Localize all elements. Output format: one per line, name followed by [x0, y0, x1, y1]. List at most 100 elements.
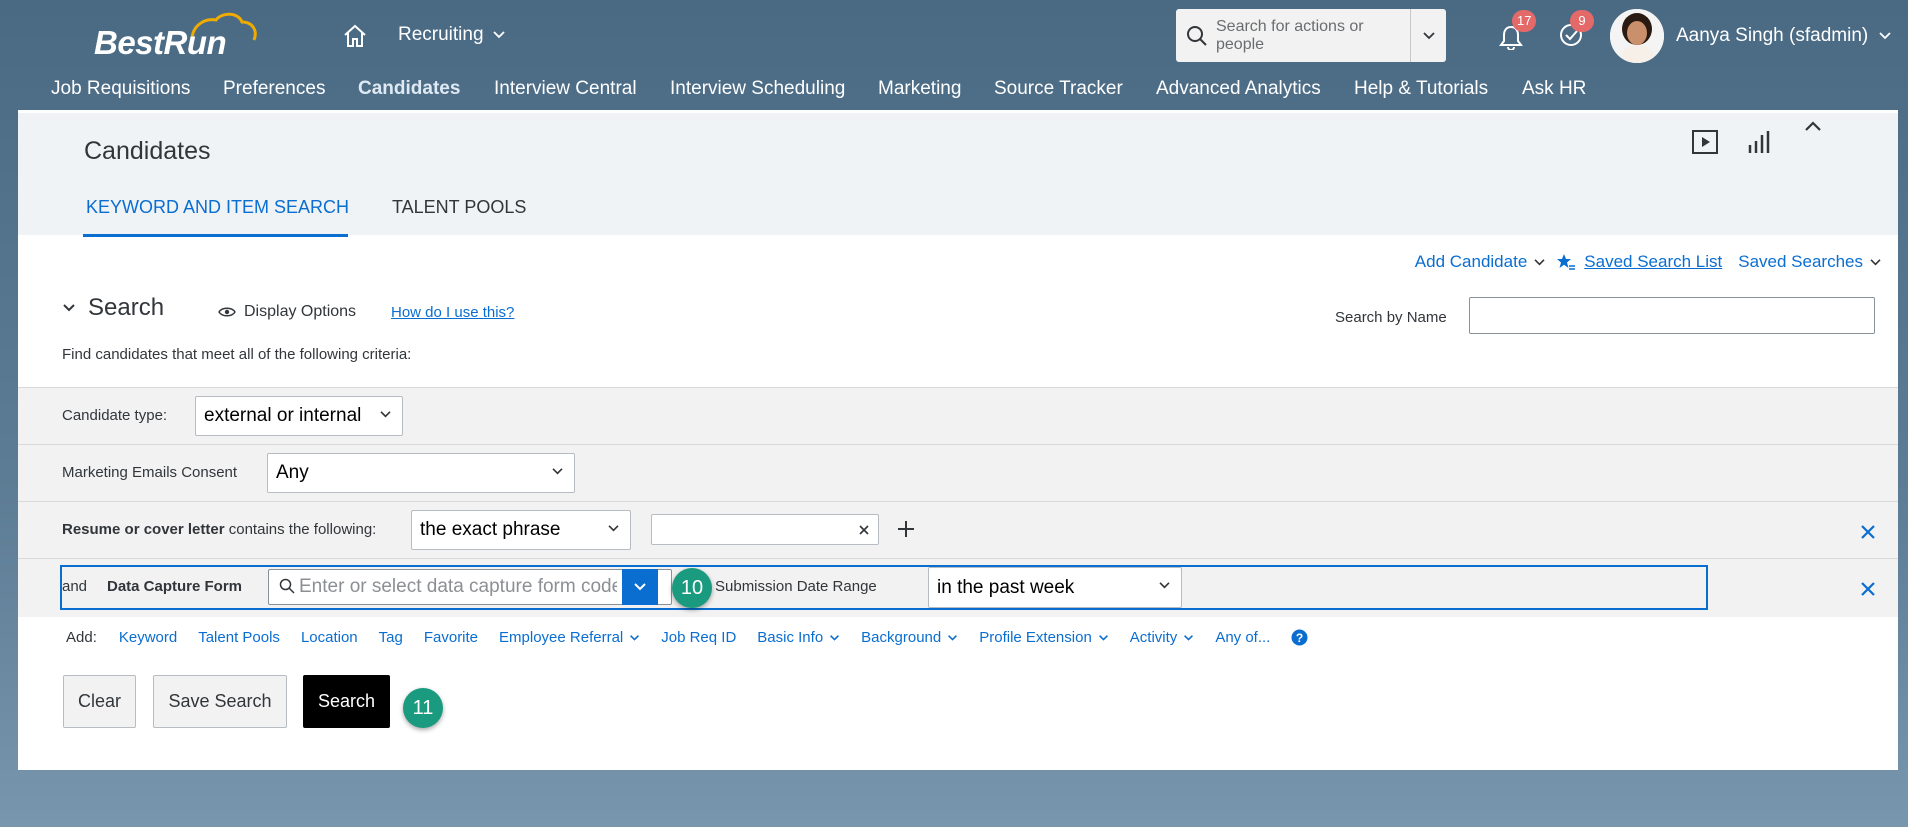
- marketing-consent-select[interactable]: Any: [267, 453, 575, 493]
- resume-keyword-input[interactable]: [651, 514, 879, 545]
- add-activity-menu[interactable]: Activity: [1130, 629, 1195, 646]
- bestrun-logo[interactable]: BestRun: [92, 12, 260, 64]
- remove-criteria-icon[interactable]: [1858, 522, 1878, 542]
- candidate-type-label: Candidate type:: [62, 407, 168, 424]
- data-capture-form-dropdown-button[interactable]: [622, 569, 658, 605]
- search-by-name-label: Search by Name: [1335, 309, 1447, 326]
- submission-date-label: Submission Date Range: [715, 578, 877, 595]
- clear-button[interactable]: Clear: [63, 675, 136, 728]
- add-profile-extension-menu[interactable]: Profile Extension: [979, 629, 1109, 646]
- eye-icon: [218, 307, 236, 317]
- add-employee-referral-menu[interactable]: Employee Referral: [499, 629, 640, 646]
- chevron-down-icon: [630, 634, 640, 641]
- data-capture-form-input[interactable]: Enter or select data capture form code: [299, 576, 617, 598]
- resume-label-rest: contains the following:: [224, 521, 377, 538]
- search-section-toggle[interactable]: Search: [62, 294, 164, 322]
- add-any-of-link[interactable]: Any of...: [1215, 629, 1270, 646]
- page-title: Candidates: [84, 137, 211, 165]
- add-background-menu[interactable]: Background: [861, 629, 958, 646]
- nav-interview-scheduling[interactable]: Interview Scheduling: [670, 78, 845, 100]
- add-tag-link[interactable]: Tag: [379, 629, 403, 646]
- collapse-icon[interactable]: [1798, 111, 1828, 141]
- avatar[interactable]: [1610, 9, 1664, 63]
- data-capture-form-group: and Data Capture Form Enter or select da…: [60, 565, 1708, 610]
- marketing-consent-label: Marketing Emails Consent: [62, 464, 238, 481]
- notification-badge: 17: [1512, 10, 1537, 32]
- help-icon[interactable]: ?: [1291, 629, 1308, 646]
- add-talent-pools-link[interactable]: Talent Pools: [198, 629, 280, 646]
- add-basic-info-menu[interactable]: Basic Info: [757, 629, 840, 646]
- remove-criteria-icon[interactable]: [1858, 579, 1878, 599]
- resume-match-value: the exact phrase: [420, 519, 561, 540]
- chevron-down-icon: [1184, 634, 1194, 641]
- search-dropdown-button[interactable]: [1410, 9, 1446, 62]
- chevron-down-icon: [1870, 258, 1881, 265]
- chevron-down-icon: [948, 634, 958, 641]
- nav-preferences[interactable]: Preferences: [223, 78, 325, 100]
- svg-text:?: ?: [1296, 631, 1303, 645]
- tab-talent-pools[interactable]: TALENT POOLS: [392, 197, 526, 218]
- how-to-link[interactable]: How do I use this?: [391, 304, 514, 321]
- search-icon: [279, 578, 295, 594]
- nav-marketing[interactable]: Marketing: [878, 78, 961, 100]
- module-switcher[interactable]: Recruiting: [398, 24, 506, 46]
- resume-match-select[interactable]: the exact phrase: [411, 510, 631, 550]
- search-button[interactable]: Search: [303, 675, 390, 728]
- criteria-row-candidate-type: Candidate type: external or internal: [18, 387, 1898, 444]
- display-options-button[interactable]: Display Options: [218, 303, 356, 321]
- nav-advanced-analytics[interactable]: Advanced Analytics: [1156, 78, 1321, 100]
- search-by-name-input[interactable]: [1469, 297, 1875, 334]
- saved-search-list-link[interactable]: Saved Search List: [1584, 252, 1722, 272]
- todo-badge: 9: [1570, 10, 1594, 32]
- candidate-type-value: external or internal: [204, 405, 362, 426]
- chevron-down-icon: [1098, 634, 1108, 641]
- criteria-row-resume: Resume or cover letter contains the foll…: [18, 501, 1898, 558]
- saved-searches-menu[interactable]: Saved Searches: [1738, 252, 1863, 272]
- nav-candidates[interactable]: Candidates: [358, 78, 460, 100]
- save-search-button[interactable]: Save Search: [153, 675, 287, 728]
- search-input[interactable]: Search for actions or people: [1216, 18, 1410, 54]
- play-icon[interactable]: [1690, 127, 1720, 157]
- add-job-req-id-link[interactable]: Job Req ID: [661, 629, 736, 646]
- search-section-title: Search: [88, 294, 165, 321]
- add-location-link[interactable]: Location: [301, 629, 358, 646]
- user-menu[interactable]: Aanya Singh (sfadmin): [1676, 25, 1892, 47]
- nav-interview-central[interactable]: Interview Central: [494, 78, 637, 100]
- resume-criteria-label: Resume or cover letter contains the foll…: [62, 521, 376, 538]
- criteria-description: Find candidates that meet all of the fol…: [62, 346, 412, 363]
- nav-source-tracker[interactable]: Source Tracker: [994, 78, 1123, 100]
- chevron-down-icon: [1879, 32, 1891, 40]
- add-criteria-bar: Add: Keyword Talent Pools Location Tag F…: [66, 629, 1308, 646]
- add-favorite-link[interactable]: Favorite: [424, 629, 478, 646]
- submission-date-select[interactable]: in the past week: [928, 567, 1182, 608]
- data-capture-form-label: Data Capture Form: [107, 578, 243, 595]
- chevron-down-icon: [492, 31, 505, 39]
- search-icon: [1187, 25, 1207, 46]
- nav-ask-hr[interactable]: Ask HR: [1522, 78, 1586, 100]
- criteria-row-marketing-consent: Marketing Emails Consent Any: [18, 444, 1898, 501]
- header-actions: [1690, 121, 1828, 157]
- nav-help-tutorials[interactable]: Help & Tutorials: [1354, 78, 1488, 100]
- display-options-label: Display Options: [244, 303, 357, 320]
- bar-chart-icon[interactable]: [1744, 127, 1774, 157]
- search-actions: Add Candidate Saved Search List Saved Se…: [1415, 252, 1882, 272]
- logo-text: BestRun: [94, 24, 227, 61]
- chevron-down-icon: [830, 634, 840, 641]
- marketing-consent-value: Any: [276, 462, 309, 483]
- data-capture-form-combobox[interactable]: Enter or select data capture form code: [268, 569, 672, 605]
- candidate-type-select[interactable]: external or internal: [195, 396, 403, 436]
- chevron-down-icon: [63, 304, 75, 312]
- nav-job-requisitions[interactable]: Job Requisitions: [51, 78, 190, 100]
- step-marker-11: 11: [403, 688, 443, 728]
- chevron-down-icon: [1534, 258, 1545, 265]
- add-keyword-link[interactable]: Keyword: [119, 629, 177, 646]
- home-icon[interactable]: [342, 24, 368, 48]
- user-name: Aanya Singh (sfadmin): [1676, 25, 1869, 46]
- chevron-down-icon: [1159, 582, 1170, 589]
- tab-keyword-item-search[interactable]: KEYWORD AND ITEM SEARCH: [86, 197, 349, 218]
- plus-icon[interactable]: [896, 519, 916, 539]
- global-search[interactable]: Search for actions or people: [1176, 9, 1446, 62]
- add-candidate-menu[interactable]: Add Candidate: [1415, 252, 1527, 272]
- clear-icon[interactable]: [858, 524, 870, 536]
- candidates-panel: Candidates KEYWORD AND ITEM SEARCH TALEN…: [18, 110, 1898, 770]
